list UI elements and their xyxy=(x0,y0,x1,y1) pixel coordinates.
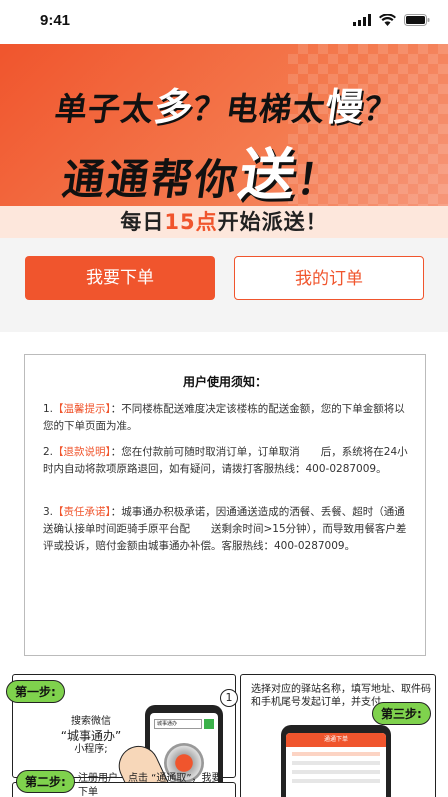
battery-icon xyxy=(404,14,430,26)
wifi-icon xyxy=(379,14,396,26)
order-screen-header: 通通下单 xyxy=(286,733,386,747)
usage-guide-illustration: 1 搜索微信 “城事通办” 小程序; 城事通办 第一步: 选择对应的驿站名称，填… xyxy=(0,664,448,797)
phone-illustration: 通通下单 xyxy=(281,725,391,797)
daily-suffix: 开始派送！ xyxy=(217,210,328,234)
daily-time: 15点 xyxy=(164,210,218,234)
form-line xyxy=(292,761,380,765)
banner-text: 单子太 xyxy=(52,90,157,128)
notice-item-number: 2. xyxy=(43,446,54,458)
notice-item: 2.【退款说明】：您在付款前可随时取消订单，订单取消 后，系统将在24小时内自动… xyxy=(43,444,415,478)
banner-headline: 单子太多？电梯太慢？ xyxy=(52,76,402,131)
step2-badge: 第二步: xyxy=(16,770,75,793)
step1-badge: 第一步: xyxy=(6,680,65,703)
form-line xyxy=(292,779,380,783)
form-line xyxy=(292,770,380,774)
daily-delivery-text: 每日15点开始派送！ xyxy=(120,210,327,234)
search-go-icon xyxy=(204,719,214,729)
banner-text: 通通帮你 xyxy=(59,155,243,204)
status-bar: 9:41 xyxy=(0,0,448,44)
promo-banner: 单子太多？电梯太慢？ 通通帮你送！ xyxy=(0,44,448,206)
step3-badge: 第三步: xyxy=(372,702,431,725)
notice-item-tag: 【退款说明】 xyxy=(53,446,111,458)
action-buttons: 我要下单 我的订单 xyxy=(0,238,448,332)
step1-line: 搜索微信 xyxy=(71,716,111,727)
status-icons xyxy=(353,14,430,26)
step1-number: 1 xyxy=(220,689,238,707)
step3-panel: 选择对应的驿站名称，填写地址、取件码和手机尾号发起订单，并支付 通通下单 xyxy=(240,674,436,797)
notice-item-tag: 【责任承诺】 xyxy=(53,506,111,518)
phone-screen: 通通下单 xyxy=(286,733,386,797)
banner-slogan: 通通帮你送！ xyxy=(58,130,347,206)
notice-item-tag: 【温馨提示】 xyxy=(53,403,111,415)
notice-title: 用户使用须知： xyxy=(182,375,267,389)
banner-highlight: 慢 xyxy=(322,85,368,129)
banner-text: ？ xyxy=(361,90,400,128)
place-order-button[interactable]: 我要下单 xyxy=(25,256,215,300)
notice-item-number: 3. xyxy=(43,506,54,518)
form-line xyxy=(292,752,380,756)
notice-item: 1.【温馨提示】：不同楼栋配送难度决定该楼栋的配送金额，您的下单金额将以您的下单… xyxy=(43,401,415,435)
daily-prefix: 每日 xyxy=(120,210,165,234)
status-time: 9:41 xyxy=(40,12,71,29)
daily-delivery-strip: 每日15点开始派送！ xyxy=(0,206,448,238)
search-box: 城事通办 xyxy=(154,719,202,729)
notice-item-number: 1. xyxy=(43,403,54,415)
banner-highlight: 多 xyxy=(151,85,197,129)
banner-text: ？电梯太 xyxy=(190,90,328,128)
banner-highlight: 送 xyxy=(234,143,302,206)
usage-notice-section: 用户使用须知： 1.【温馨提示】：不同楼栋配送难度决定该楼栋的配送金额，您的下单… xyxy=(0,332,448,672)
step2-text: 注册用户 点击 “通通取”，我要下单 xyxy=(78,773,222,797)
banner-text: ！ xyxy=(293,155,345,204)
my-orders-button[interactable]: 我的订单 xyxy=(234,256,424,300)
signal-icon xyxy=(353,14,371,26)
notice-item: 3.【责任承诺】：城事通办积极承诺，因通通送造成的洒餐、丢餐、超时（通通送确认接… xyxy=(43,504,415,555)
usage-notice-box: 用户使用须知： 1.【温馨提示】：不同楼栋配送难度决定该楼栋的配送金额，您的下单… xyxy=(24,354,426,656)
step1-line: “城事通办” xyxy=(60,729,122,743)
